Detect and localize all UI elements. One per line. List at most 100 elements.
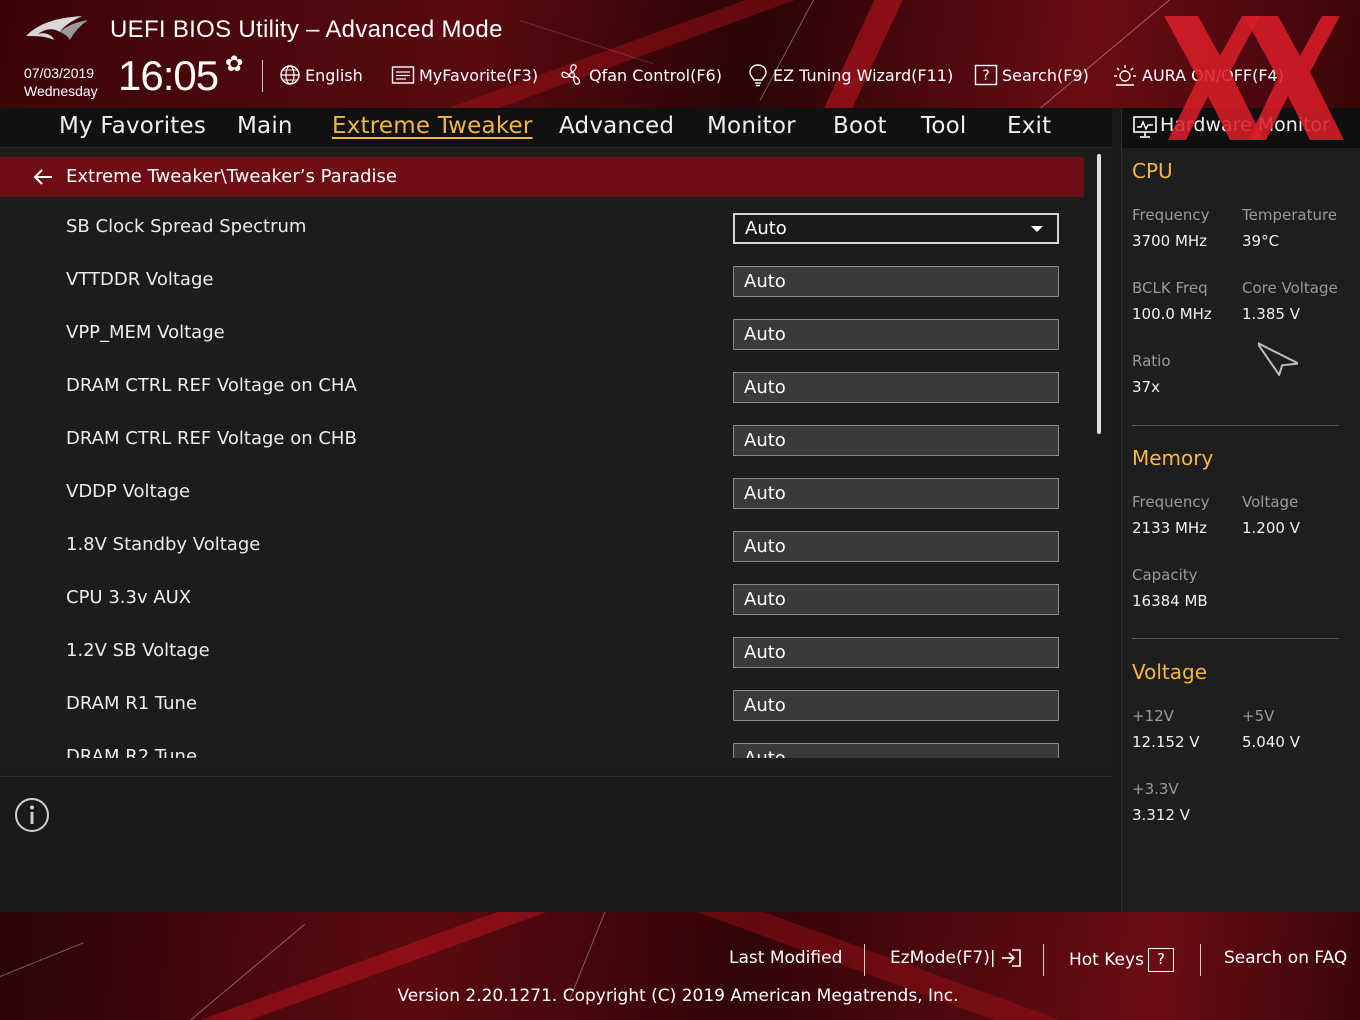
clock-time: 16:05 xyxy=(118,52,219,99)
setting-row-dram-r1-tune: DRAM R1 Tune Auto xyxy=(0,685,1090,738)
tab-main[interactable]: Main xyxy=(237,113,293,139)
hwmon-header: Hardware Monitor xyxy=(1122,108,1360,148)
setting-input[interactable]: Auto xyxy=(733,531,1059,562)
setting-input[interactable]: Auto xyxy=(733,266,1059,297)
ezmode-button[interactable]: EzMode(F7)| xyxy=(890,948,1022,968)
monitor-icon xyxy=(1133,116,1157,138)
setting-input[interactable]: Auto xyxy=(733,743,1059,758)
search-button[interactable]: ? Search(F9) xyxy=(974,62,1089,88)
setting-label: VDDP Voltage xyxy=(66,481,191,502)
myfavorite-button[interactable]: MyFavorite(F3) xyxy=(391,62,538,88)
tab-my-favorites[interactable]: My Favorites xyxy=(59,113,206,139)
aura-button[interactable]: AURA ON/OFF(F4) xyxy=(1112,62,1284,88)
last-modified-label: Last Modified xyxy=(729,948,843,968)
decor-streak xyxy=(0,942,84,977)
memory-frequency-label: Frequency xyxy=(1132,493,1210,511)
help-box-icon: ? xyxy=(974,64,998,86)
language-label: English xyxy=(305,65,363,85)
search-faq-label: Search on FAQ xyxy=(1224,948,1348,968)
breadcrumb-path: Extreme Tweaker\Tweaker’s Paradise xyxy=(66,166,397,187)
v33-value: 3.312 V xyxy=(1132,806,1190,824)
cpu-heading: CPU xyxy=(1132,159,1173,183)
setting-label: SB Clock Spread Spectrum xyxy=(66,216,307,237)
tab-monitor[interactable]: Monitor xyxy=(707,113,796,139)
setting-row-dram-ctrl-ref-chb: DRAM CTRL REF Voltage on CHB Auto xyxy=(0,420,1090,473)
setting-label: CPU 3.3v AUX xyxy=(66,587,192,608)
tab-exit[interactable]: Exit xyxy=(1007,113,1051,139)
header-divider xyxy=(262,60,263,92)
setting-input[interactable]: Auto xyxy=(733,584,1059,615)
ez-tuning-button[interactable]: EZ Tuning Wizard(F11) xyxy=(747,62,953,88)
voltage-heading: Voltage xyxy=(1132,660,1208,684)
bclk-label: BCLK Freq xyxy=(1132,279,1208,297)
tab-boot[interactable]: Boot xyxy=(833,113,887,139)
bulb-icon xyxy=(749,64,767,87)
search-faq-button[interactable]: Search on FAQ xyxy=(1224,948,1347,968)
cpu-frequency-value: 3700 MHz xyxy=(1132,232,1208,250)
v33-label: +3.3V xyxy=(1132,780,1179,798)
hardware-monitor-panel: Hardware Monitor CPU Frequency 3700 MHz … xyxy=(1121,108,1360,912)
setting-input[interactable]: Auto xyxy=(733,690,1059,721)
ezmode-label: EzMode(F7)| xyxy=(890,948,996,968)
date-display: 07/03/2019 Wednesday xyxy=(24,64,98,100)
back-arrow-icon[interactable] xyxy=(33,169,53,185)
aura-label: AURA ON/OFF(F4) xyxy=(1142,65,1284,85)
scrollbar[interactable] xyxy=(1097,154,1101,434)
rog-logo xyxy=(26,16,88,40)
hwmon-divider xyxy=(1132,638,1339,639)
setting-input[interactable]: Auto xyxy=(733,425,1059,456)
bottom-footer: Last Modified EzMode(F7)| Hot Keys ? Sea… xyxy=(0,912,1360,1020)
setting-input[interactable]: Auto xyxy=(733,372,1059,403)
top-header: UEFI BIOS Utility – Advanced Mode 07/03/… xyxy=(0,0,1360,108)
v12-label: +12V xyxy=(1132,707,1174,725)
memory-voltage-value: 1.200 V xyxy=(1242,519,1300,537)
cpu-temperature-value: 39°C xyxy=(1242,232,1280,250)
v12-value: 12.152 V xyxy=(1132,733,1200,751)
qfan-label: Qfan Control(F6) xyxy=(589,65,722,85)
svg-text:?: ? xyxy=(982,68,989,84)
memory-capacity-value: 16384 MB xyxy=(1132,592,1208,610)
tab-advanced[interactable]: Advanced xyxy=(559,113,674,139)
date-text: 07/03/2019 xyxy=(24,65,95,81)
settings-panel: Extreme Tweaker\Tweaker’s Paradise SB Cl… xyxy=(0,148,1112,768)
last-modified-button[interactable]: Last Modified xyxy=(729,948,842,968)
v5-label: +5V xyxy=(1242,707,1275,725)
qfan-button[interactable]: Qfan Control(F6) xyxy=(559,62,722,88)
setting-row-1-8v-standby: 1.8V Standby Voltage Auto xyxy=(0,526,1090,579)
setting-input[interactable]: Auto xyxy=(733,478,1059,509)
ratio-label: Ratio xyxy=(1132,352,1171,370)
footer-divider xyxy=(1200,944,1201,976)
core-voltage-label: Core Voltage xyxy=(1242,279,1338,297)
ez-tuning-label: EZ Tuning Wizard(F11) xyxy=(773,65,954,85)
setting-row-sb-clock-spread-spectrum: SB Clock Spread Spectrum Auto xyxy=(0,208,1090,261)
setting-label: VTTDDR Voltage xyxy=(66,269,214,290)
setting-input[interactable]: Auto xyxy=(733,319,1059,350)
help-info-panel xyxy=(0,776,1112,912)
tab-extreme-tweaker[interactable]: Extreme Tweaker xyxy=(332,113,533,139)
hotkeys-button[interactable]: Hot Keys ? xyxy=(1069,948,1174,972)
settings-list: SB Clock Spread Spectrum Auto VTTDDR Vol… xyxy=(0,208,1090,758)
favorite-list-icon xyxy=(391,66,415,84)
info-icon xyxy=(15,798,49,832)
exit-arrow-icon xyxy=(1001,949,1021,967)
setting-row-1-2v-sb: 1.2V SB Voltage Auto xyxy=(0,632,1090,685)
setting-label: 1.8V Standby Voltage xyxy=(66,534,261,555)
setting-dropdown[interactable]: Auto xyxy=(733,213,1059,244)
setting-label: DRAM CTRL REF Voltage on CHA xyxy=(66,375,357,396)
setting-row-dram-ctrl-ref-cha: DRAM CTRL REF Voltage on CHA Auto xyxy=(0,367,1090,420)
gear-icon[interactable]: ✿ xyxy=(225,54,243,76)
tab-tool[interactable]: Tool xyxy=(921,113,966,139)
help-key-icon: ? xyxy=(1147,948,1174,972)
setting-input[interactable]: Auto xyxy=(733,637,1059,668)
version-copyright: Version 2.20.1271. Copyright (C) 2019 Am… xyxy=(397,986,959,1006)
setting-row-dram-r2-tune: DRAM R2 Tune Auto xyxy=(0,738,1090,758)
hwmon-divider xyxy=(1132,425,1339,426)
decor-streak xyxy=(1039,0,1209,108)
language-button[interactable]: English xyxy=(279,62,363,88)
cpu-frequency-label: Frequency xyxy=(1132,206,1210,224)
memory-frequency-value: 2133 MHz xyxy=(1132,519,1208,537)
memory-voltage-label: Voltage xyxy=(1242,493,1299,511)
weekday-text: Wednesday xyxy=(24,83,98,99)
footer-divider xyxy=(1043,944,1044,976)
chevron-down-icon xyxy=(1031,226,1043,232)
